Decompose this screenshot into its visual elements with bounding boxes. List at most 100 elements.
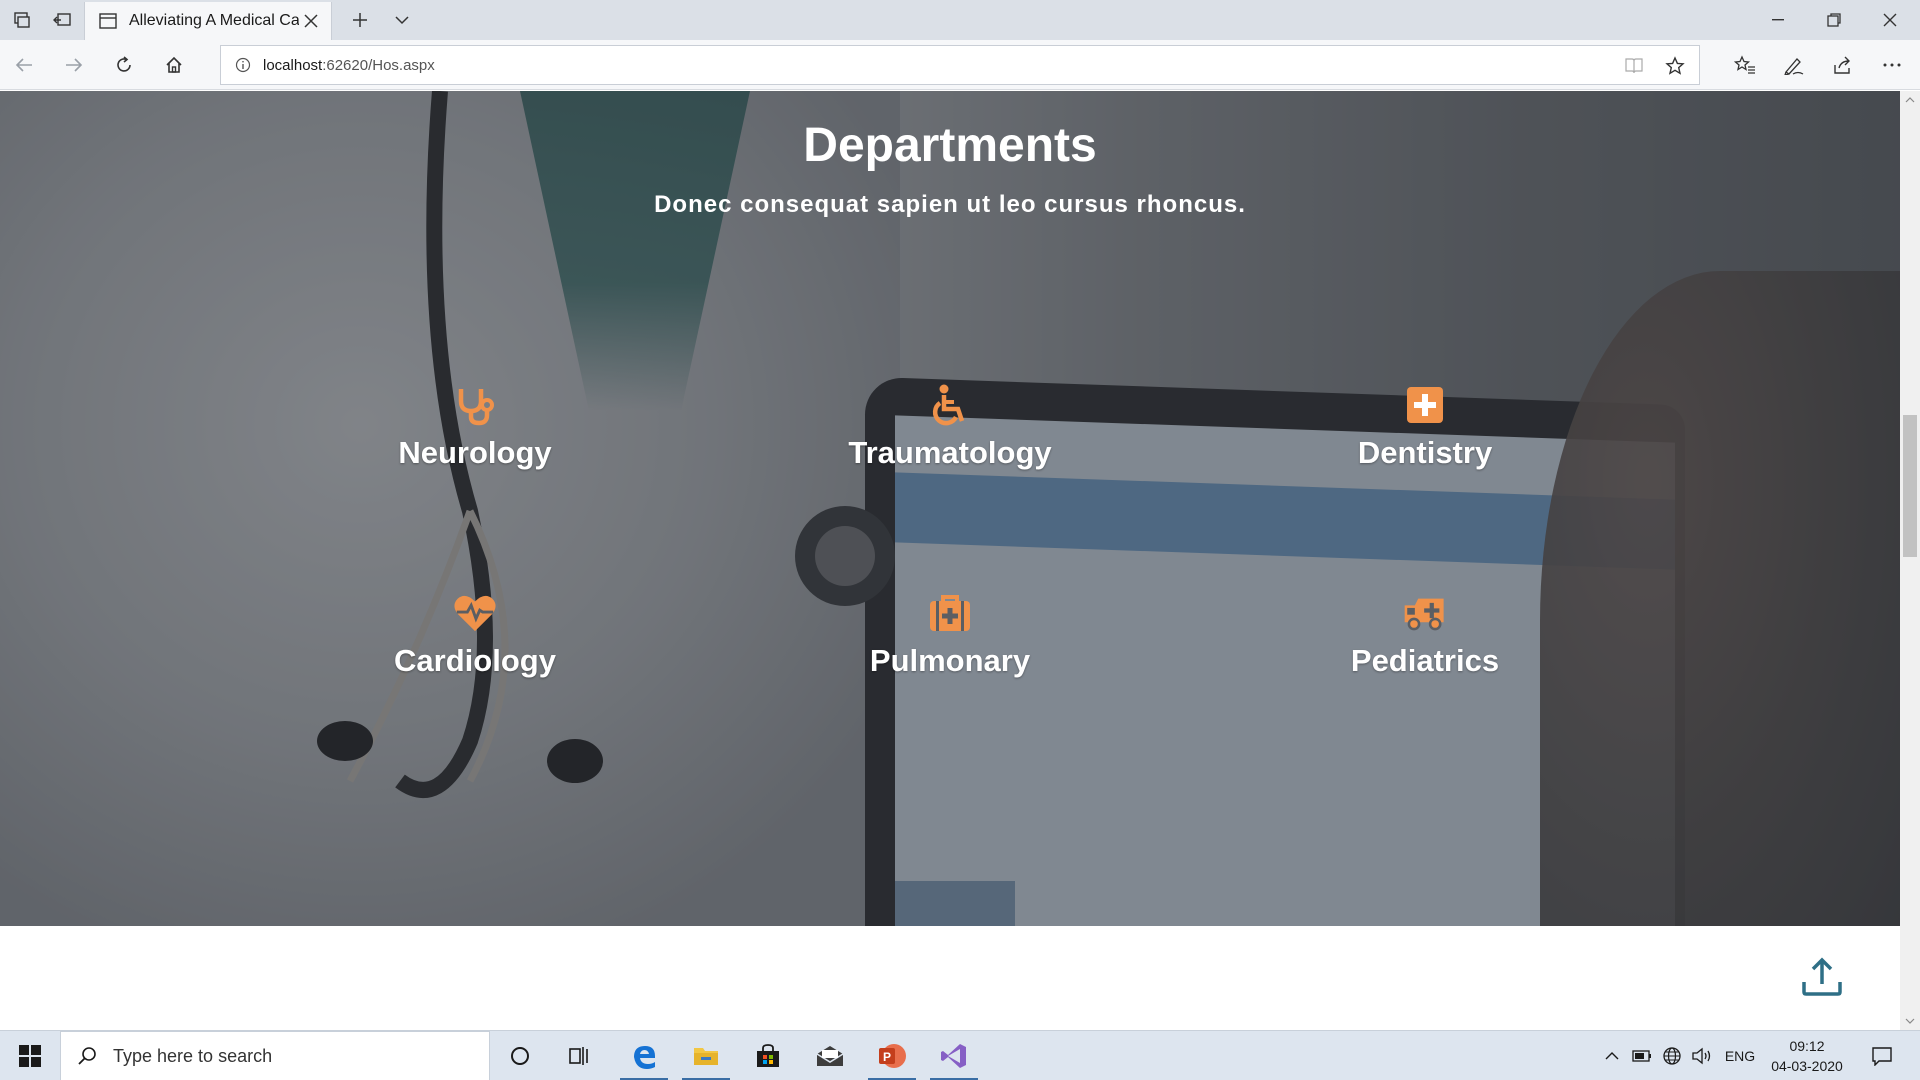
search-placeholder: Type here to search [113, 1045, 273, 1066]
folder-icon [694, 1048, 718, 1065]
search-icon [75, 1044, 99, 1068]
url-path: :62620/Hos.aspx [322, 56, 435, 74]
upload-arrow-icon [1802, 957, 1842, 996]
cortana-circle-icon [511, 1047, 529, 1065]
clock-time: 09:12 [1789, 1038, 1825, 1054]
department-dentistry[interactable]: Dentistry [1275, 383, 1575, 471]
web-note-button[interactable] [1774, 45, 1814, 85]
edge-app[interactable] [614, 1031, 674, 1080]
windows-taskbar: Type here to search P ENG 09:12 04-03-20… [0, 1030, 1920, 1080]
windows-logo-icon [19, 1045, 41, 1067]
action-center-button[interactable] [1862, 1031, 1902, 1080]
file-explorer-app[interactable] [676, 1031, 736, 1080]
back-button[interactable] [4, 45, 44, 85]
ambulance-icon [1403, 591, 1447, 635]
department-cardiology[interactable]: Cardiology [325, 591, 625, 679]
medkit-icon [928, 591, 972, 635]
department-neurology[interactable]: Neurology [325, 383, 625, 471]
chevron-up-icon [1605, 1052, 1619, 1060]
favorites-button[interactable] [1725, 45, 1765, 85]
restore-icon [1827, 13, 1841, 27]
browser-tab-active[interactable]: Alleviating A Medical Ca [84, 2, 332, 40]
department-traumatology[interactable]: Traumatology [800, 383, 1100, 471]
page-icon [97, 12, 119, 30]
url-host: localhost [263, 56, 323, 74]
svg-text:P: P [883, 1050, 891, 1064]
battery-icon [1632, 1050, 1651, 1062]
back-to-top-button[interactable] [1800, 954, 1844, 998]
powerpoint-icon: P [879, 1044, 906, 1068]
tab-title: Alleviating A Medical Ca [129, 12, 299, 29]
home-button[interactable] [154, 45, 194, 85]
store-app[interactable] [738, 1031, 798, 1080]
stethoscope-icon [453, 383, 497, 427]
speaker-icon [1692, 1047, 1711, 1065]
notification-icon [1872, 1047, 1892, 1066]
powerpoint-app[interactable]: P [862, 1031, 922, 1080]
page-scrollbar[interactable] [1900, 91, 1920, 1030]
network-status[interactable] [1658, 1031, 1686, 1080]
language-label: ENG [1724, 1048, 1756, 1064]
department-pediatrics[interactable]: Pediatrics [1275, 591, 1575, 679]
forward-button[interactable] [54, 45, 94, 85]
task-view-icon [569, 1047, 588, 1065]
more-button[interactable] [1872, 45, 1912, 85]
refresh-icon [117, 56, 131, 72]
scrollbar-thumb[interactable] [1903, 415, 1917, 557]
share-button[interactable] [1823, 45, 1863, 85]
browser-tab-bar: Alleviating A Medical Ca [0, 0, 1920, 40]
departments-section: Departments Donec consequat sapien ut le… [0, 91, 1900, 926]
section-subtitle: Donec consequat sapien ut leo cursus rho… [654, 191, 1246, 218]
url-text[interactable]: localhost:62620/Hos.aspx [263, 57, 435, 74]
favorite-star-icon[interactable] [1663, 54, 1687, 78]
close-icon [1883, 13, 1897, 27]
set-tabs-aside-button[interactable] [40, 0, 84, 40]
visual-studio-app[interactable] [924, 1031, 984, 1080]
browser-nav-bar: localhost:62620/Hos.aspx [0, 40, 1920, 90]
minimize-icon [1772, 19, 1784, 21]
plus-icon [353, 13, 367, 27]
refresh-button[interactable] [104, 45, 144, 85]
reading-view-icon[interactable] [1623, 55, 1645, 77]
visual-studio-icon [941, 1044, 966, 1068]
restore-button[interactable] [1806, 0, 1862, 40]
medical-plus-icon [1403, 383, 1447, 427]
tab-list-button[interactable] [382, 0, 422, 40]
start-button[interactable] [0, 1031, 60, 1080]
home-icon [166, 56, 182, 73]
mail-envelope-icon [816, 1046, 844, 1066]
department-name: Traumatology [848, 435, 1052, 470]
new-tab-button[interactable] [340, 0, 380, 40]
arrow-left-icon [15, 58, 32, 72]
store-bag-icon [757, 1044, 779, 1067]
share-icon [1834, 56, 1850, 74]
tab-preview-button[interactable] [0, 0, 44, 40]
favorites-list-icon [1734, 55, 1755, 74]
input-language[interactable]: ENG [1720, 1031, 1760, 1080]
globe-icon [1663, 1047, 1681, 1065]
minimize-button[interactable] [1750, 0, 1806, 40]
tabs-aside-icon [14, 12, 30, 28]
info-icon[interactable] [233, 55, 253, 75]
department-name: Pulmonary [869, 643, 1031, 678]
cortana-button[interactable] [490, 1031, 550, 1080]
edge-browser-icon [634, 1046, 655, 1069]
department-pulmonary[interactable]: Pulmonary [800, 591, 1100, 679]
section-title: Departments [803, 119, 1097, 172]
taskbar-search-box[interactable]: Type here to search [60, 1031, 490, 1080]
clock-date: 04-03-2020 [1771, 1058, 1843, 1074]
close-window-button[interactable] [1862, 0, 1918, 40]
volume-control[interactable] [1688, 1031, 1716, 1080]
page-viewport: Departments Donec consequat sapien ut le… [0, 91, 1900, 1030]
scroll-up-arrow-icon[interactable] [1900, 91, 1920, 109]
task-view-button[interactable] [550, 1031, 610, 1080]
show-hidden-icons-button[interactable] [1598, 1031, 1626, 1080]
more-dots-icon [1883, 63, 1901, 67]
department-name: Pediatrics [1350, 643, 1500, 678]
battery-status[interactable] [1630, 1031, 1654, 1080]
scroll-down-arrow-icon[interactable] [1900, 1012, 1920, 1030]
address-bar[interactable]: localhost:62620/Hos.aspx [220, 45, 1700, 85]
close-tab-icon[interactable] [301, 11, 321, 31]
taskbar-clock[interactable]: 09:12 04-03-2020 [1762, 1036, 1852, 1076]
mail-app[interactable] [800, 1031, 860, 1080]
